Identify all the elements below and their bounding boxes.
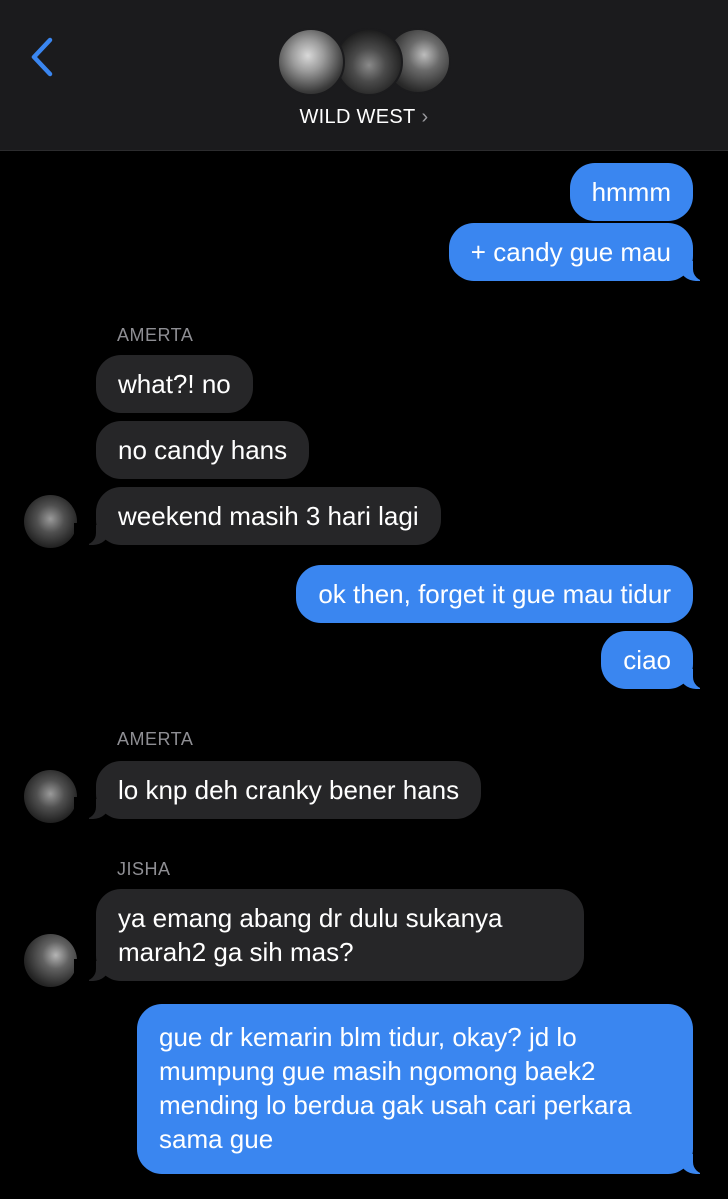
avatar — [277, 28, 345, 96]
sender-label: AMERTA — [117, 729, 194, 749]
avatar — [335, 28, 403, 96]
message-bubble-incoming[interactable]: no candy hans — [96, 421, 310, 479]
avatar[interactable] — [24, 934, 77, 987]
message-text: ciao — [623, 645, 671, 675]
message-bubble-outgoing[interactable]: ciao — [601, 631, 715, 689]
group-avatars[interactable] — [277, 28, 453, 98]
conversation-header: WILD WEST › — [0, 0, 728, 151]
message-text: gue dr kemarin blm tidur, okay? jd lo mu… — [159, 1022, 632, 1154]
group-name-label: WILD WEST — [299, 106, 416, 128]
avatar[interactable] — [24, 495, 77, 548]
message-text: + candy gue mau — [470, 237, 671, 267]
group-name[interactable]: WILD WEST › — [0, 106, 728, 129]
message-bubble-incoming[interactable]: what?! no — [96, 355, 253, 413]
avatar[interactable] — [24, 770, 77, 823]
message-bubble-outgoing[interactable]: hmmm — [569, 163, 693, 221]
chevron-right-icon: › — [421, 106, 429, 128]
message-bubble-outgoing[interactable]: gue dr kemarin blm tidur, okay? jd lo mu… — [137, 1004, 715, 1174]
chevron-left-icon[interactable] — [26, 34, 62, 80]
message-bubble-incoming[interactable]: ya emang abang dr dulu sukanya marah2 ga… — [74, 889, 584, 981]
message-bubble-incoming[interactable]: lo knp deh cranky bener hans — [73, 761, 482, 819]
sender-label: JISHA — [117, 859, 171, 879]
message-text: lo knp deh cranky bener hans — [118, 775, 460, 805]
message-text: ya emang abang dr dulu sukanya marah2 ga… — [118, 903, 503, 967]
message-bubble-outgoing[interactable]: ok then, forget it gue mau tidur — [296, 565, 693, 623]
message-bubble-outgoing[interactable]: + candy gue mau — [448, 223, 716, 281]
sender-label: AMERTA — [117, 325, 194, 345]
message-text: weekend masih 3 hari lagi — [118, 501, 419, 531]
message-bubble-incoming[interactable]: weekend masih 3 hari lagi — [74, 487, 441, 545]
